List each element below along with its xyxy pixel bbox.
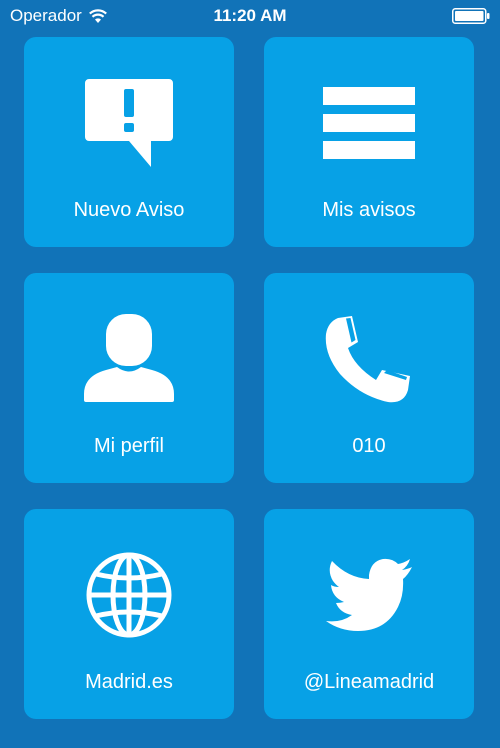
- tile-label: 010: [352, 435, 386, 457]
- tile-mi-perfil[interactable]: Mi perfil: [24, 273, 234, 483]
- list-icon: [264, 73, 474, 173]
- tile-lineamadrid[interactable]: @Lineamadrid: [264, 509, 474, 719]
- tile-mis-avisos[interactable]: Mis avisos: [264, 37, 474, 247]
- tile-madrid-es[interactable]: Madrid.es: [24, 509, 234, 719]
- tile-nuevo-aviso[interactable]: Nuevo Aviso: [24, 37, 234, 247]
- tile-label: Nuevo Aviso: [73, 199, 185, 221]
- tile-label: Mis avisos: [322, 199, 416, 221]
- tile-label: Madrid.es: [85, 671, 173, 693]
- alert-speech-bubble-icon: [24, 73, 234, 173]
- tile-010[interactable]: 010: [264, 273, 474, 483]
- clock: 11:20 AM: [213, 6, 287, 25]
- user-icon: [24, 309, 234, 409]
- status-bar: Operador 11:20 AM: [0, 0, 500, 34]
- phone-icon: [264, 309, 474, 409]
- tile-label: Mi perfil: [93, 435, 164, 457]
- twitter-bird-icon: [264, 545, 474, 645]
- battery-icon: [452, 8, 490, 24]
- globe-icon: [24, 545, 234, 645]
- tile-label: @Lineamadrid: [303, 671, 435, 693]
